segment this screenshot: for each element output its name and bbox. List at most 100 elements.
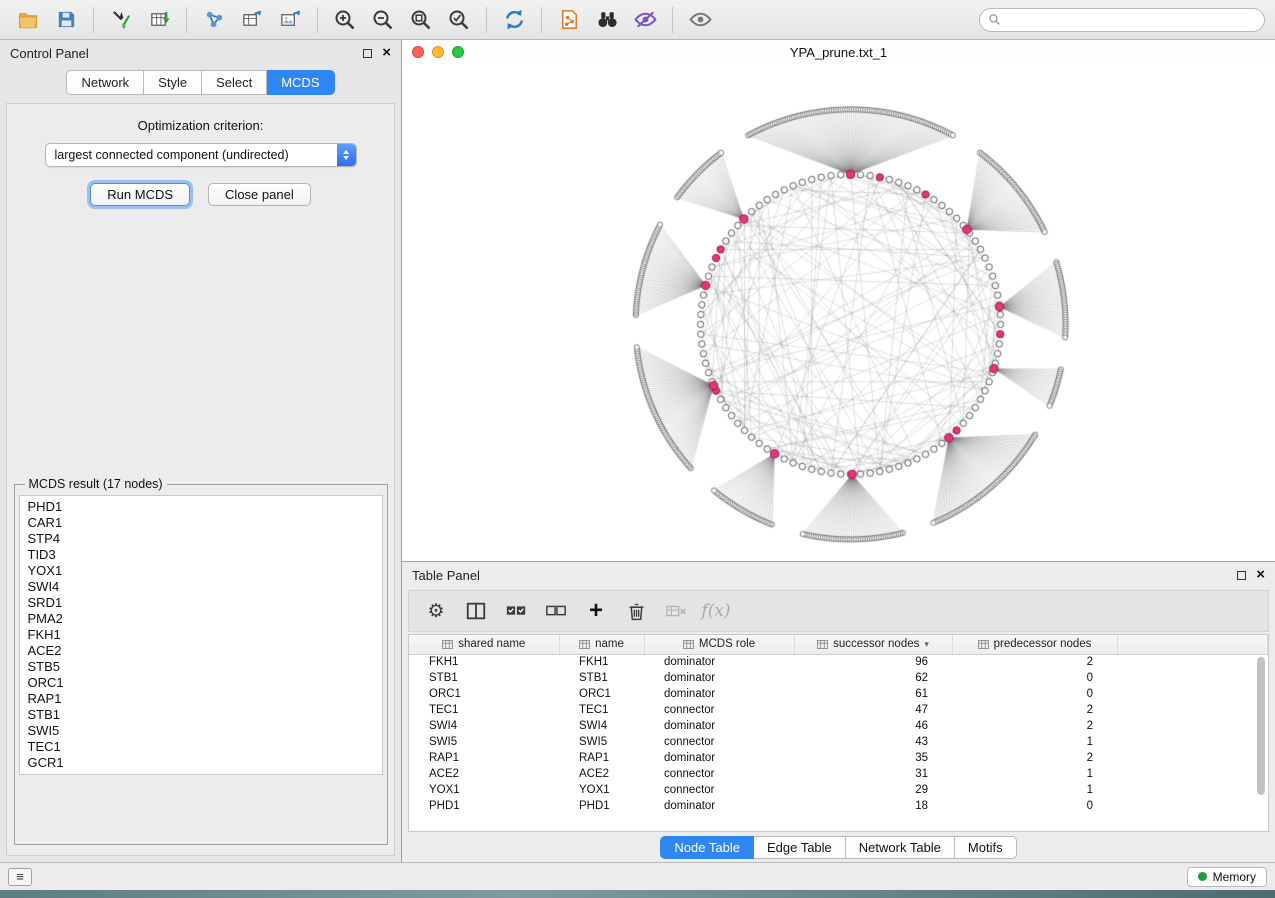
cell-successor-nodes[interactable]: 43 — [794, 734, 952, 750]
cell-shared-name[interactable]: FKH1 — [409, 654, 559, 670]
cell-successor-nodes[interactable]: 47 — [794, 702, 952, 718]
table-scrollbar[interactable] — [1254, 655, 1267, 827]
table-row[interactable]: SWI4 SWI4 dominator 46 2 — [409, 718, 1268, 734]
network-view-canvas[interactable] — [402, 64, 1273, 560]
delete-column-button[interactable] — [623, 598, 649, 624]
export-table-button[interactable] — [234, 5, 270, 35]
cell-name[interactable]: SWI5 — [559, 734, 644, 750]
cell-shared-name[interactable]: ORC1 — [409, 686, 559, 702]
tab-select[interactable]: Select — [202, 70, 267, 95]
cell-predecessor-nodes[interactable]: 2 — [952, 654, 1117, 670]
clear-table-button[interactable] — [663, 598, 689, 624]
hide-details-button[interactable] — [627, 5, 663, 35]
cell-name[interactable]: PHD1 — [559, 798, 644, 814]
table-row[interactable]: ORC1 ORC1 dominator 61 0 — [409, 686, 1268, 702]
cell-name[interactable]: STB1 — [559, 670, 644, 686]
cell-predecessor-nodes[interactable]: 1 — [952, 782, 1117, 798]
mcds-result-item[interactable]: FKH1 — [20, 627, 382, 643]
column-header-predecessor-nodes[interactable]: predecessor nodes — [952, 635, 1117, 654]
table-row[interactable]: STB1 STB1 dominator 62 0 — [409, 670, 1268, 686]
cell-predecessor-nodes[interactable]: 0 — [952, 670, 1117, 686]
cell-mcds-role[interactable]: dominator — [644, 670, 794, 686]
mcds-result-item[interactable]: PHD1 — [20, 499, 382, 515]
mcds-result-item[interactable]: SWI4 — [20, 579, 382, 595]
float-table-panel-icon[interactable] — [1237, 571, 1246, 580]
zoom-out-button[interactable] — [365, 5, 401, 35]
close-panel-icon[interactable]: × — [382, 48, 391, 58]
task-history-button[interactable]: ≡ — [8, 868, 32, 886]
share-document-button[interactable] — [551, 5, 587, 35]
binoculars-button[interactable] — [589, 5, 625, 35]
cell-mcds-role[interactable]: connector — [644, 702, 794, 718]
table-row[interactable]: FKH1 FKH1 dominator 96 2 — [409, 654, 1268, 670]
cell-shared-name[interactable]: TEC1 — [409, 702, 559, 718]
mcds-result-item[interactable]: SRD1 — [20, 595, 382, 611]
table-row[interactable]: RAP1 RAP1 dominator 35 2 — [409, 750, 1268, 766]
table-row[interactable]: TEC1 TEC1 connector 47 2 — [409, 702, 1268, 718]
cell-predecessor-nodes[interactable]: 2 — [952, 702, 1117, 718]
tab-style[interactable]: Style — [144, 70, 202, 95]
mcds-result-item[interactable]: YOX1 — [20, 563, 382, 579]
cell-successor-nodes[interactable]: 18 — [794, 798, 952, 814]
cell-name[interactable]: ORC1 — [559, 686, 644, 702]
cell-mcds-role[interactable]: dominator — [644, 750, 794, 766]
run-mcds-button[interactable]: Run MCDS — [90, 183, 190, 206]
cell-name[interactable]: YOX1 — [559, 782, 644, 798]
cell-successor-nodes[interactable]: 46 — [794, 718, 952, 734]
cell-name[interactable]: RAP1 — [559, 750, 644, 766]
zoom-in-button[interactable] — [327, 5, 363, 35]
open-session-button[interactable] — [10, 5, 46, 35]
cell-shared-name[interactable]: SWI5 — [409, 734, 559, 750]
mcds-result-item[interactable]: ORC1 — [20, 675, 382, 691]
tab-mcds[interactable]: MCDS — [267, 70, 334, 95]
cell-predecessor-nodes[interactable]: 2 — [952, 718, 1117, 734]
refresh-button[interactable] — [496, 5, 532, 35]
cell-successor-nodes[interactable]: 62 — [794, 670, 952, 686]
zoom-selected-button[interactable] — [441, 5, 477, 35]
add-column-button[interactable]: + — [583, 598, 609, 624]
mcds-result-item[interactable]: ACE2 — [20, 643, 382, 659]
cell-name[interactable]: TEC1 — [559, 702, 644, 718]
cell-predecessor-nodes[interactable]: 2 — [952, 750, 1117, 766]
tab-network[interactable]: Network — [66, 70, 144, 95]
window-maximize-icon[interactable] — [452, 46, 464, 58]
cell-mcds-role[interactable]: connector — [644, 782, 794, 798]
mcds-result-item[interactable]: GCR1 — [20, 755, 382, 771]
cell-shared-name[interactable]: RAP1 — [409, 750, 559, 766]
column-header-shared-name[interactable]: shared name — [409, 635, 559, 654]
cell-shared-name[interactable]: PHD1 — [409, 798, 559, 814]
new-network-button[interactable] — [196, 5, 232, 35]
mcds-result-item[interactable]: RAP1 — [20, 691, 382, 707]
cell-predecessor-nodes[interactable]: 0 — [952, 686, 1117, 702]
import-network-button[interactable] — [103, 5, 139, 35]
cell-name[interactable]: SWI4 — [559, 718, 644, 734]
cell-name[interactable]: FKH1 — [559, 654, 644, 670]
mcds-result-item[interactable]: CAR1 — [20, 515, 382, 531]
cell-shared-name[interactable]: SWI4 — [409, 718, 559, 734]
export-image-button[interactable] — [272, 5, 308, 35]
close-table-panel-icon[interactable]: × — [1256, 570, 1265, 580]
cell-name[interactable]: ACE2 — [559, 766, 644, 782]
cell-mcds-role[interactable]: dominator — [644, 654, 794, 670]
cell-predecessor-nodes[interactable]: 1 — [952, 734, 1117, 750]
scrollbar-thumb[interactable] — [1257, 657, 1265, 795]
mcds-result-item[interactable]: STB5 — [20, 659, 382, 675]
mcds-result-item[interactable]: STB1 — [20, 707, 382, 723]
cell-mcds-role[interactable]: connector — [644, 734, 794, 750]
mcds-result-item[interactable]: SWI5 — [20, 723, 382, 739]
cell-mcds-role[interactable]: dominator — [644, 686, 794, 702]
cell-successor-nodes[interactable]: 29 — [794, 782, 952, 798]
tab-node-table[interactable]: Node Table — [660, 836, 754, 859]
save-session-button[interactable] — [48, 5, 84, 35]
cell-predecessor-nodes[interactable]: 0 — [952, 798, 1117, 814]
deselect-all-button[interactable] — [543, 598, 569, 624]
zoom-fit-button[interactable] — [403, 5, 439, 35]
show-details-button[interactable] — [682, 5, 718, 35]
table-row[interactable]: YOX1 YOX1 connector 29 1 — [409, 782, 1268, 798]
close-panel-button[interactable]: Close panel — [208, 183, 311, 206]
cell-successor-nodes[interactable]: 61 — [794, 686, 952, 702]
cell-predecessor-nodes[interactable]: 1 — [952, 766, 1117, 782]
table-row[interactable]: SWI5 SWI5 connector 43 1 — [409, 734, 1268, 750]
mcds-result-list[interactable]: PHD1 CAR1 STP4 TID3 YOX1 SWI4 SRD1 — [19, 495, 383, 775]
cell-mcds-role[interactable]: connector — [644, 766, 794, 782]
